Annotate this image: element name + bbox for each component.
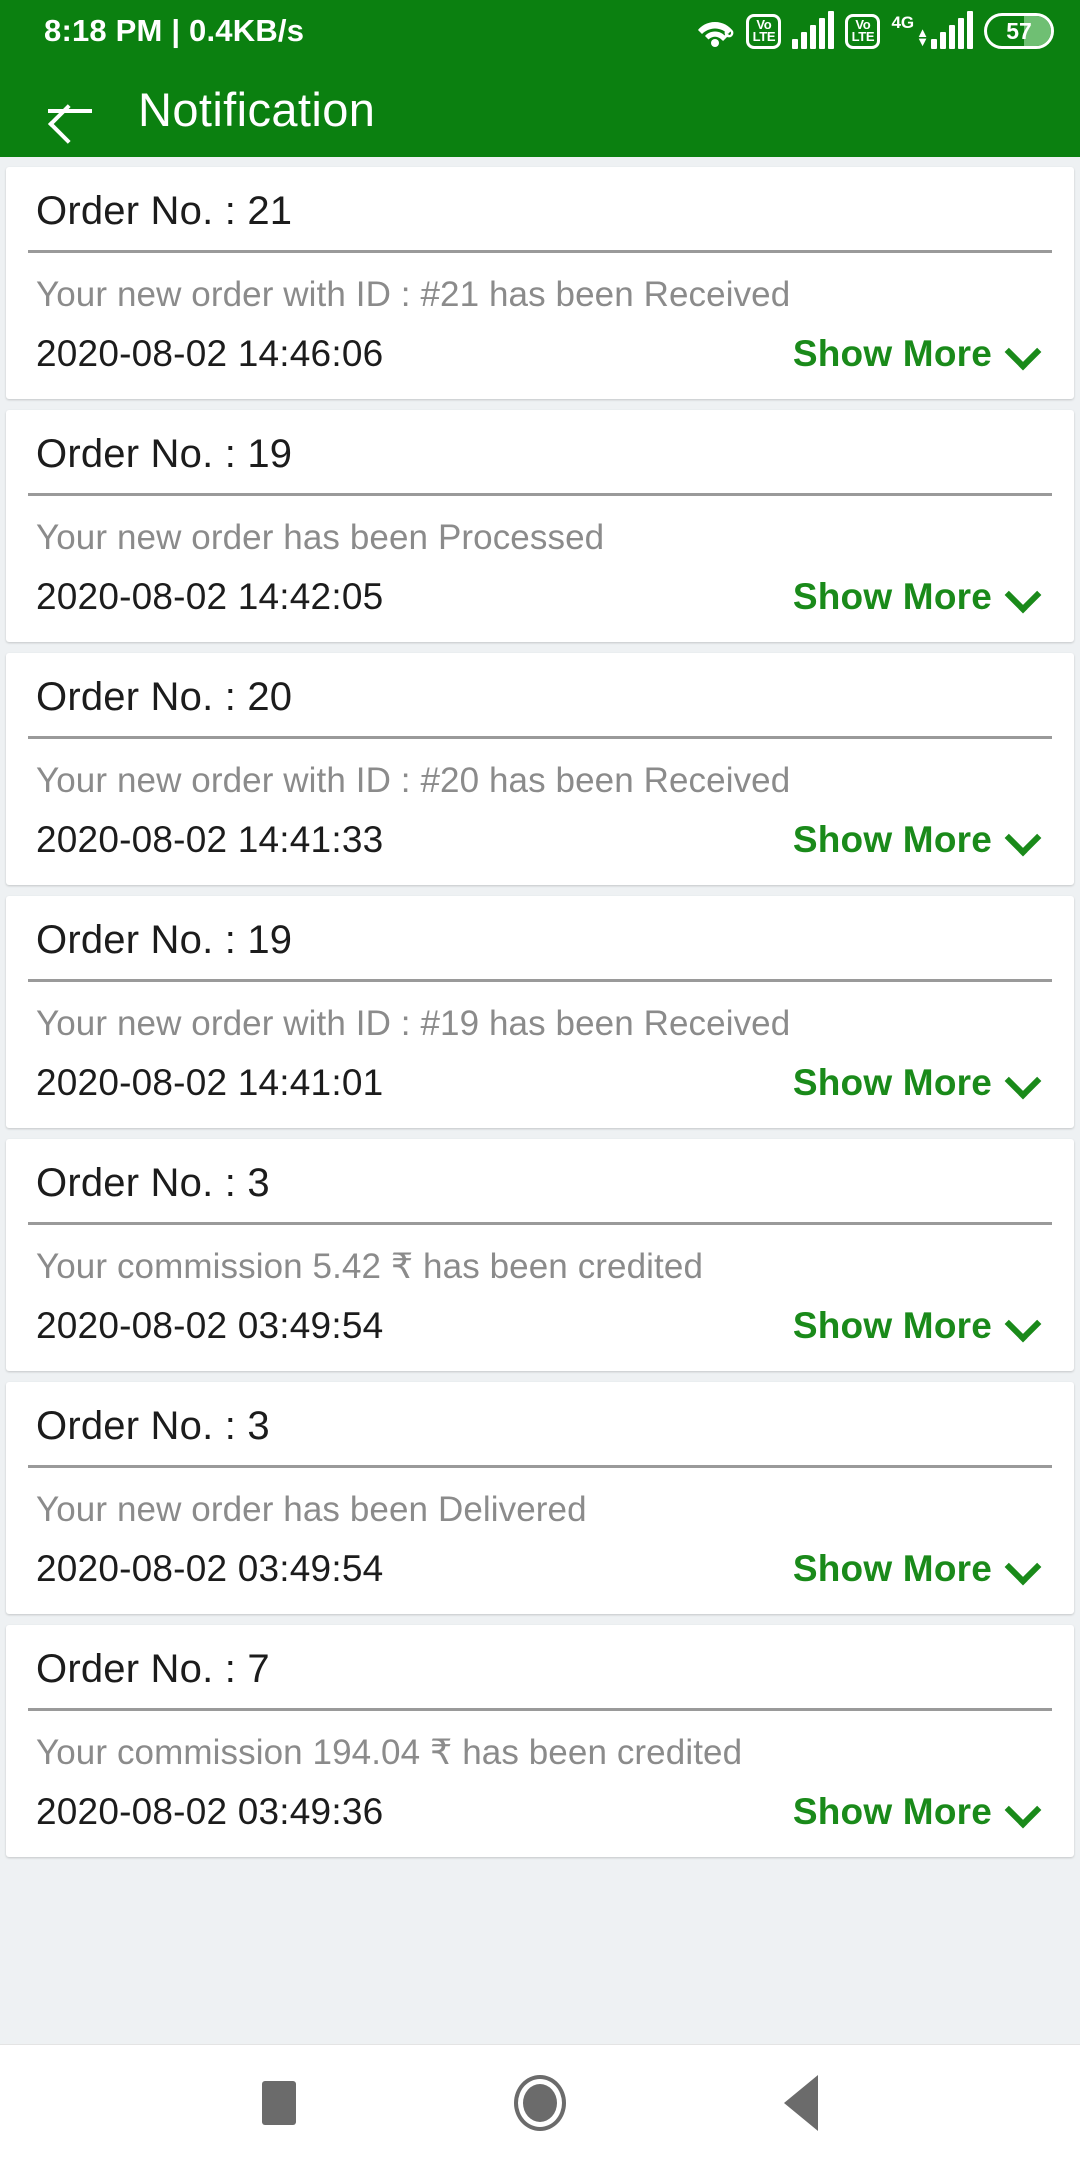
wifi-icon [695, 14, 735, 48]
show-more-button[interactable]: Show More [793, 1548, 1038, 1590]
order-number-label: Order No. : 19 [36, 432, 293, 476]
show-more-button[interactable]: Show More [793, 333, 1038, 375]
notification-footer: 2020-08-02 14:46:06 Show More [6, 315, 1074, 399]
notification-footer: 2020-08-02 14:42:05 Show More [6, 558, 1074, 642]
triangle-back-icon[interactable] [784, 2074, 818, 2131]
chevron-down-icon [1008, 825, 1038, 855]
network-type-label: 4G [891, 13, 915, 32]
show-more-label: Show More [792, 1791, 992, 1832]
status-time-and-speed: 8:18 PM | 0.4KB/s [44, 13, 305, 48]
notification-card[interactable]: Order No. : 3 Your commission 5.42 ₹ has… [6, 1139, 1074, 1371]
notification-timestamp: 2020-08-02 03:49:54 [36, 1305, 384, 1346]
notification-description: Your commission 5.42 ₹ has been credited [36, 1247, 704, 1286]
show-more-label: Show More [792, 576, 992, 617]
order-number-label: Order No. : 7 [36, 1647, 270, 1691]
order-number-label: Order No. : 20 [36, 675, 293, 719]
order-number-label: Order No. : 19 [36, 918, 293, 962]
status-icons: Vo LTE Vo LTE 4G ▲ ▼ 57 [695, 10, 1054, 50]
show-more-label: Show More [792, 1548, 992, 1589]
chevron-down-icon [1008, 1554, 1038, 1584]
notification-timestamp: 2020-08-02 14:46:06 [36, 333, 384, 374]
notification-list[interactable]: Order No. : 21 Your new order with ID : … [0, 157, 1080, 2044]
chevron-down-icon [1008, 339, 1038, 369]
volte-icon-sim1: Vo LTE [746, 13, 782, 49]
order-number-label: Order No. : 3 [36, 1404, 270, 1448]
notification-footer: 2020-08-02 14:41:33 Show More [6, 801, 1074, 885]
status-bar: 8:18 PM | 0.4KB/s Vo LTE Vo LTE 4G ▲ ▼ 5… [0, 0, 1080, 62]
notification-timestamp: 2020-08-02 14:41:01 [36, 1062, 384, 1103]
show-more-label: Show More [792, 819, 992, 860]
notification-description: Your new order with ID : #20 has been Re… [36, 761, 791, 800]
notification-description: Your new order has been Processed [36, 518, 605, 557]
signal-bars-sim1 [792, 10, 835, 49]
notification-footer: 2020-08-02 03:49:36 Show More [6, 1773, 1074, 1857]
chevron-down-icon [1008, 1311, 1038, 1341]
notification-timestamp: 2020-08-02 14:42:05 [36, 576, 384, 617]
notification-card[interactable]: Order No. : 3 Your new order has been De… [6, 1382, 1074, 1614]
back-arrow-icon[interactable] [44, 84, 96, 136]
notification-description: Your commission 194.04 ₹ has been credit… [36, 1733, 743, 1772]
notification-footer: 2020-08-02 03:49:54 Show More [6, 1287, 1074, 1371]
notification-timestamp: 2020-08-02 03:49:54 [36, 1548, 384, 1589]
show-more-button[interactable]: Show More [793, 1062, 1038, 1104]
battery-icon: 57 [984, 13, 1054, 49]
notification-footer: 2020-08-02 14:41:01 Show More [6, 1044, 1074, 1128]
notification-timestamp: 2020-08-02 14:41:33 [36, 819, 384, 860]
chevron-down-icon [1008, 582, 1038, 612]
volte-bottom-label: LTE [752, 29, 776, 44]
order-number-label: Order No. : 3 [36, 1161, 270, 1205]
chevron-down-icon [1008, 1797, 1038, 1827]
square-recents-icon[interactable] [262, 2080, 296, 2125]
show-more-button[interactable]: Show More [793, 819, 1038, 861]
circle-home-icon[interactable] [514, 2074, 566, 2131]
battery-percent-label: 57 [1006, 17, 1032, 44]
notification-description: Your new order has been Delivered [36, 1490, 587, 1529]
notification-description: Your new order with ID : #19 has been Re… [36, 1004, 791, 1043]
notification-screen: 8:18 PM | 0.4KB/s Vo LTE Vo LTE 4G ▲ ▼ 5… [0, 0, 1080, 2160]
data-transfer-arrows-icon: ▲ ▼ [916, 24, 929, 50]
notification-card[interactable]: Order No. : 20 Your new order with ID : … [6, 653, 1074, 885]
notification-description: Your new order with ID : #21 has been Re… [36, 275, 791, 314]
show-more-button[interactable]: Show More [793, 1791, 1038, 1833]
app-bar: Notification [0, 62, 1080, 157]
show-more-button[interactable]: Show More [793, 576, 1038, 618]
volte-bottom-label: LTE [851, 29, 875, 44]
show-more-label: Show More [792, 1062, 992, 1103]
system-navigation-bar [0, 2044, 1080, 2160]
show-more-label: Show More [792, 1305, 992, 1346]
network-type-icon: 4G ▲ ▼ [891, 11, 973, 50]
notification-timestamp: 2020-08-02 03:49:36 [36, 1791, 384, 1832]
notification-card[interactable]: Order No. : 7 Your commission 194.04 ₹ h… [6, 1625, 1074, 1857]
order-number-label: Order No. : 21 [36, 189, 293, 233]
show-more-label: Show More [792, 333, 992, 374]
chevron-down-icon [1008, 1068, 1038, 1098]
signal-bars-sim2 [931, 11, 973, 49]
page-title: Notification [138, 83, 376, 136]
notification-card[interactable]: Order No. : 21 Your new order with ID : … [6, 167, 1074, 399]
notification-card[interactable]: Order No. : 19 Your new order has been P… [6, 410, 1074, 642]
notification-card[interactable]: Order No. : 19 Your new order with ID : … [6, 896, 1074, 1128]
show-more-button[interactable]: Show More [793, 1305, 1038, 1347]
notification-footer: 2020-08-02 03:49:54 Show More [6, 1530, 1074, 1614]
volte-icon-sim2: Vo LTE [845, 13, 881, 49]
